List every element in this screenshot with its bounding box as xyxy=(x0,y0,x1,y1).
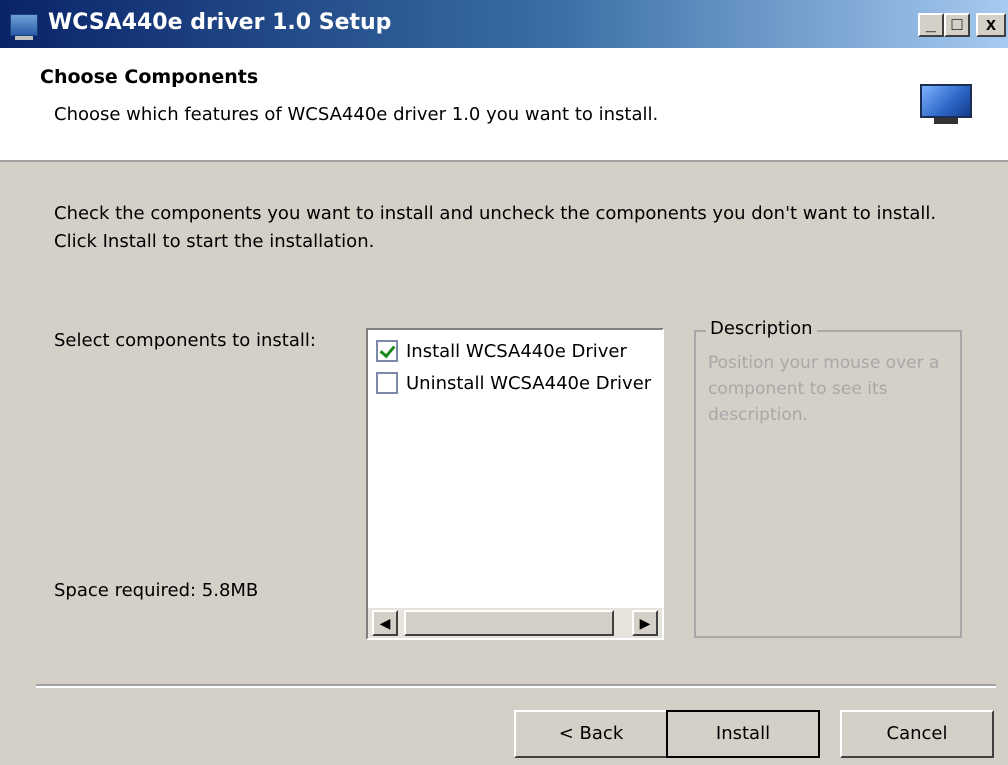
component-item-install[interactable]: Install WCSA440e Driver xyxy=(376,336,662,366)
maximize-button[interactable]: □ xyxy=(944,13,970,37)
back-button[interactable]: < Back xyxy=(514,710,668,758)
checkbox-install[interactable] xyxy=(376,340,398,362)
scroll-left-button[interactable]: ◀ xyxy=(372,610,398,636)
scroll-thumb[interactable] xyxy=(404,610,614,636)
close-icon: x xyxy=(985,14,996,34)
cancel-button[interactable]: Cancel xyxy=(840,710,994,758)
description-legend: Description xyxy=(706,318,817,339)
chevron-right-icon: ▶ xyxy=(639,615,651,631)
description-group: Description Position your mouse over a c… xyxy=(694,318,962,638)
minimize-button[interactable]: _ xyxy=(918,13,944,37)
install-button[interactable]: Install xyxy=(666,710,820,758)
component-item-uninstall[interactable]: Uninstall WCSA440e Driver xyxy=(376,368,662,398)
page-title: Choose Components xyxy=(40,66,259,88)
close-button[interactable]: x xyxy=(976,13,1006,37)
minimize-icon: _ xyxy=(925,14,936,34)
window-title: WCSA440e driver 1.0 Setup xyxy=(48,10,392,35)
app-icon xyxy=(10,14,38,40)
title-bar[interactable]: WCSA440e driver 1.0 Setup _ □ x xyxy=(0,0,1008,48)
chevron-left-icon: ◀ xyxy=(379,615,391,631)
space-required: Space required: 5.8MB xyxy=(54,580,259,601)
maximize-icon: □ xyxy=(951,14,963,34)
setup-window: WCSA440e driver 1.0 Setup _ □ x Choose C… xyxy=(0,0,1008,765)
page-subtitle: Choose which features of WCSA440e driver… xyxy=(54,104,659,125)
component-label: Install WCSA440e Driver xyxy=(406,340,627,362)
divider xyxy=(36,684,996,688)
instructions-text: Check the components you want to install… xyxy=(54,203,937,252)
select-components-label: Select components to install: xyxy=(54,330,316,351)
header-panel: Choose Components Choose which features … xyxy=(0,48,1008,162)
components-listbox[interactable]: Install WCSA440e Driver Uninstall WCSA44… xyxy=(366,328,664,640)
scroll-right-button[interactable]: ▶ xyxy=(632,610,658,636)
description-text: Position your mouse over a component to … xyxy=(708,353,940,425)
install-button-label: Install xyxy=(715,723,771,744)
monitor-icon xyxy=(920,84,972,126)
component-label: Uninstall WCSA440e Driver xyxy=(406,372,652,394)
checkbox-uninstall[interactable] xyxy=(376,372,398,394)
horizontal-scrollbar[interactable]: ◀ ▶ xyxy=(368,608,662,638)
